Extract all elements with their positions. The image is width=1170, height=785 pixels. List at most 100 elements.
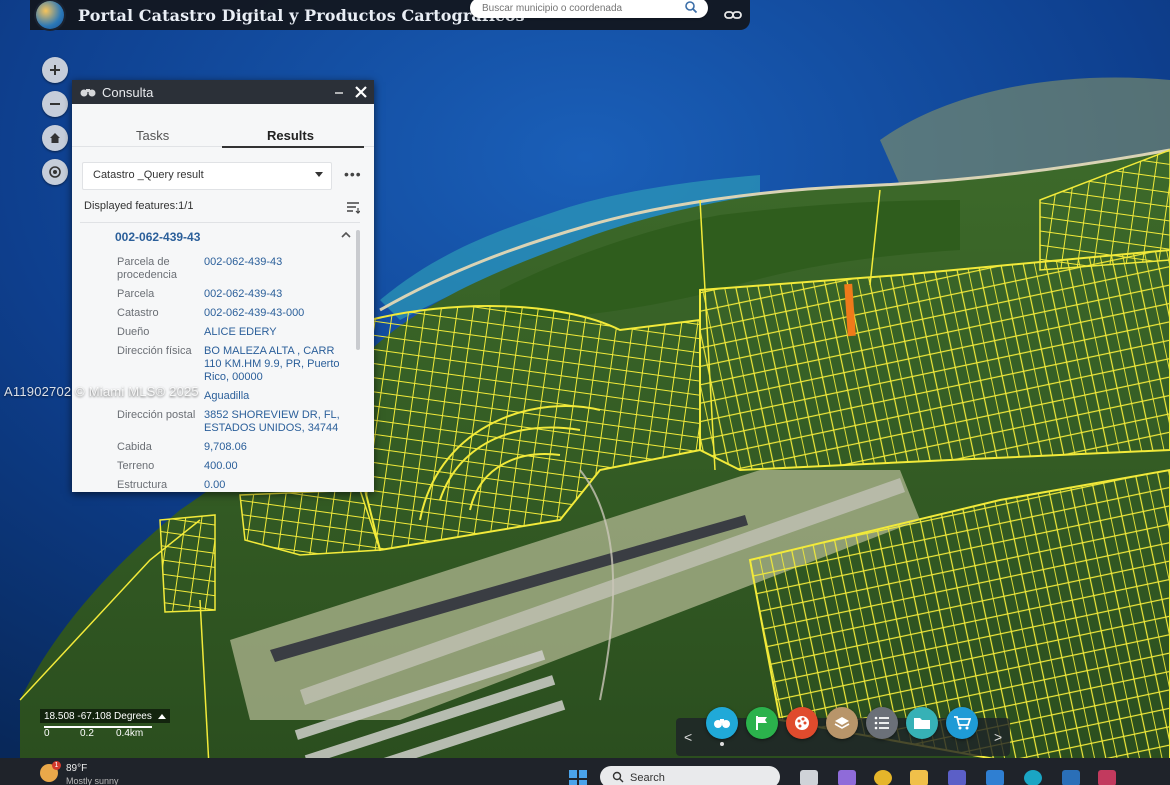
scale-label: 0.2 bbox=[80, 728, 94, 739]
consulta-panel: Consulta Tasks Results Catastro _Query r… bbox=[72, 80, 374, 492]
attribute-key: Estructura bbox=[117, 479, 168, 491]
more-options-button[interactable]: ••• bbox=[344, 166, 362, 182]
attribute-value: 002-062-439-43-000 bbox=[204, 307, 305, 319]
feature-id-link[interactable]: 002-062-439-43 bbox=[115, 230, 200, 244]
attribute-key: Catastro bbox=[117, 307, 159, 319]
locate-button[interactable] bbox=[42, 159, 68, 185]
attribute-key: Cabida bbox=[117, 441, 152, 453]
attribute-key: Dueño bbox=[117, 326, 150, 338]
store-icon[interactable] bbox=[986, 770, 1004, 785]
taskbar-search-label: Search bbox=[630, 772, 665, 784]
layers-icon bbox=[834, 717, 850, 729]
coordinate-text: 18.508 -67.108 Degrees bbox=[44, 710, 152, 722]
attribute-key: Dirección postal bbox=[117, 409, 196, 421]
palette-icon bbox=[795, 716, 809, 730]
tool-bar: < > bbox=[676, 707, 1010, 756]
taskbar-search[interactable]: Search bbox=[600, 766, 780, 785]
minimize-button[interactable] bbox=[334, 84, 344, 98]
tab-bar: Tasks Results bbox=[72, 104, 374, 148]
close-button[interactable] bbox=[354, 80, 368, 104]
active-tool-indicator bbox=[720, 742, 724, 746]
attribute-value: 0.00 bbox=[204, 479, 226, 491]
page-title: Portal Catastro Digital y Productos Cart… bbox=[78, 5, 525, 25]
search-input[interactable] bbox=[470, 1, 674, 15]
attribute-row: Cabida 9,708.06 bbox=[117, 441, 357, 454]
scale-label: 0.4km bbox=[116, 728, 144, 739]
toolbar-prev-button[interactable]: < bbox=[684, 729, 692, 745]
sort-list-icon[interactable] bbox=[346, 200, 360, 214]
windows-start-icon[interactable] bbox=[568, 769, 588, 785]
app-icon[interactable] bbox=[1062, 770, 1080, 785]
folder-tool-button[interactable] bbox=[906, 707, 938, 739]
attribute-row: Terreno 400.00 bbox=[117, 460, 357, 473]
flag-icon bbox=[756, 716, 767, 730]
divider bbox=[80, 222, 360, 223]
folder-icon bbox=[914, 718, 930, 729]
binoculars-icon bbox=[714, 719, 730, 728]
zoom-in-button[interactable] bbox=[42, 57, 68, 83]
cart-icon bbox=[954, 716, 971, 730]
coordinate-readout: 18.508 -67.108 Degrees bbox=[40, 709, 170, 723]
attribute-value: Aguadilla bbox=[204, 390, 250, 402]
attribute-value: 9,708.06 bbox=[204, 441, 247, 453]
chevron-up-icon[interactable] bbox=[157, 713, 166, 719]
zoom-out-button[interactable] bbox=[42, 91, 68, 117]
binoculars-tool-button[interactable] bbox=[706, 707, 738, 739]
home-button[interactable] bbox=[42, 125, 68, 151]
results-dropdown[interactable]: Catastro _Query result bbox=[82, 162, 332, 190]
scale-label: 0 bbox=[44, 728, 50, 739]
attribute-key: Terreno bbox=[117, 460, 155, 472]
panel-header: Consulta bbox=[72, 80, 374, 104]
edge-icon[interactable] bbox=[1024, 770, 1042, 785]
chevron-up-icon[interactable] bbox=[340, 230, 352, 240]
dropdown-value: Catastro _Query result bbox=[93, 169, 204, 181]
minus-icon bbox=[50, 103, 60, 105]
displayed-features: Displayed features:1/1 bbox=[84, 200, 194, 212]
palette-tool-button[interactable] bbox=[786, 707, 818, 739]
attribute-row: Parcela 002-062-439-43 bbox=[117, 288, 357, 301]
attribute-row: Parcela de procedencia 002-062-439-43 bbox=[117, 256, 357, 282]
attribute-key: Parcela bbox=[117, 288, 155, 300]
chevron-down-icon bbox=[315, 172, 323, 177]
cart-tool-button[interactable] bbox=[946, 707, 978, 739]
task-view-icon[interactable] bbox=[800, 770, 818, 785]
flag-tool-button[interactable] bbox=[746, 707, 778, 739]
list-icon bbox=[874, 716, 889, 730]
file-explorer-icon[interactable] bbox=[910, 770, 928, 785]
weather-condition: Mostly sunny bbox=[66, 776, 119, 785]
link-icon[interactable] bbox=[722, 7, 744, 23]
tab-tasks[interactable]: Tasks bbox=[136, 128, 169, 143]
attribute-row: Dirección física BO MALEZA ALTA , CARR 11… bbox=[117, 345, 357, 384]
home-icon bbox=[50, 133, 60, 143]
layers-tool-button[interactable] bbox=[826, 707, 858, 739]
attribute-key: Dirección física bbox=[117, 345, 192, 357]
search-box[interactable] bbox=[470, 0, 708, 18]
notification-badge: 1 bbox=[52, 761, 61, 770]
attribute-value: BO MALEZA ALTA , CARR 110 KM.HM 9.9, PR,… bbox=[204, 345, 340, 383]
panel-body: Tasks Results Catastro _Query result •••… bbox=[72, 104, 374, 492]
search-icon[interactable] bbox=[684, 0, 698, 14]
attribute-row: Dirección postal 3852 SHOREVIEW DR, FL, E… bbox=[117, 409, 357, 435]
teams-icon[interactable] bbox=[948, 770, 966, 785]
screen: Portal Catastro Digital y Productos Cart… bbox=[0, 0, 1170, 785]
attribute-value: 400.00 bbox=[204, 460, 238, 472]
list-tool-button[interactable] bbox=[866, 707, 898, 739]
attribute-key: Parcela de procedencia bbox=[117, 256, 177, 281]
search-icon bbox=[612, 771, 624, 783]
app-header: Portal Catastro Digital y Productos Cart… bbox=[30, 0, 750, 30]
tab-results[interactable]: Results bbox=[267, 128, 314, 143]
close-icon bbox=[355, 86, 367, 98]
minimize-icon bbox=[335, 92, 343, 94]
logo-icon[interactable] bbox=[30, 0, 70, 30]
attribute-value: 002-062-439-43 bbox=[204, 288, 283, 300]
chrome-icon[interactable] bbox=[874, 770, 892, 785]
attribute-value: 3852 SHOREVIEW DR, FL, ESTADOS UNIDOS, 3… bbox=[204, 409, 340, 434]
watermark: A11902702 © Miami MLS® 2025 bbox=[4, 384, 199, 399]
attribute-row: Estructura 0.00 bbox=[117, 479, 357, 492]
app-icon-2[interactable] bbox=[1098, 770, 1116, 785]
attribute-row: Dueño ALICE EDERY bbox=[117, 326, 357, 339]
locate-icon bbox=[49, 166, 61, 178]
copilot-icon[interactable] bbox=[838, 770, 856, 785]
toolbar-next-button[interactable]: > bbox=[994, 729, 1002, 745]
attribute-list: Parcela de procedencia 002-062-439-43 Par… bbox=[117, 256, 357, 492]
